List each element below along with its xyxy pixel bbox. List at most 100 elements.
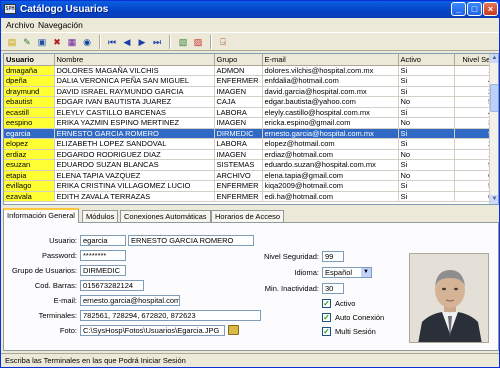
- cell-activo: Si: [398, 138, 455, 150]
- col-activo[interactable]: Activo: [398, 54, 455, 66]
- cell-usuario: dpeña: [4, 75, 55, 87]
- email-label: E-mail:: [53, 296, 77, 305]
- cell-grupo: IMAGEN: [214, 117, 263, 129]
- status-text: Escriba las Terminales en las que Podrá …: [5, 356, 186, 365]
- table-row[interactable]: erdiaz EDGARDO RODRIGUEZ DIAZ IMAGEN erdiaz…: [4, 149, 498, 160]
- prev-icon[interactable]: ◀: [121, 36, 133, 48]
- chevron-down-icon[interactable]: ▼: [361, 268, 371, 277]
- activo-label: Activo: [335, 299, 356, 308]
- idioma-value: Español: [325, 268, 353, 277]
- scroll-up-icon[interactable]: ▲: [490, 54, 498, 63]
- table-row[interactable]: dmagaña DOLORES MAGAÑA VILCHIS ADMON dolore…: [4, 65, 498, 76]
- cell-grupo: DIRMEDIC: [214, 128, 263, 139]
- cell-activo: Si: [398, 86, 455, 97]
- table-row[interactable]: draymund DAVID ISRAEL RAYMUNDO GARCIA IMAG…: [4, 86, 498, 97]
- col-usuario[interactable]: Usuario: [4, 54, 55, 66]
- tab-conexiones[interactable]: Conexiones Automáticas: [120, 210, 211, 222]
- cell-activo: Si: [398, 128, 455, 139]
- table-row[interactable]: etapia ELENA TAPIA VAZQUEZ ARCHIVO elena.ta…: [4, 170, 498, 181]
- minimize-button[interactable]: _: [451, 2, 466, 16]
- scroll-down-icon[interactable]: ▼: [490, 195, 498, 204]
- maximize-button[interactable]: □: [467, 2, 482, 16]
- users-grid[interactable]: Usuario Nombre Grupo E-mail Activo Nivel…: [3, 53, 499, 205]
- barras-field[interactable]: 015673282124: [80, 280, 144, 291]
- tab-modulos[interactable]: Módulos: [82, 210, 119, 222]
- tab-horarios[interactable]: Horarios de Acceso: [211, 210, 285, 222]
- table-row[interactable]: ezavala EDITH ZAVALA TERRAZAS ENFERMER edi.…: [4, 191, 498, 202]
- cell-email: ernesto.garcia@hospital.com.mx: [262, 128, 399, 139]
- grid-scrollbar[interactable]: ▲ ▼: [489, 54, 498, 204]
- table-row[interactable]: dpeña DALIA VERONICA PEÑA SAN MIGUEL ENFER…: [4, 75, 498, 87]
- cell-grupo: IMAGEN: [214, 149, 263, 160]
- terminales-field[interactable]: 782561, 728294, 672820, 872623: [80, 310, 261, 321]
- cell-usuario: ecastill: [4, 107, 55, 118]
- cell-nombre: DAVID ISRAEL RAYMUNDO GARCIA: [54, 86, 215, 97]
- menu-navegacion[interactable]: Navegación: [38, 20, 83, 30]
- cell-activo: Si: [398, 75, 455, 87]
- tab-informacion-general[interactable]: Información General: [3, 208, 79, 223]
- next-icon[interactable]: ▶: [136, 36, 148, 48]
- table-row[interactable]: elopez ELIZABETH LOPEZ SANDOVAL LABORA elop…: [4, 138, 498, 150]
- inactividad-field[interactable]: 30: [322, 283, 344, 294]
- cell-activo: Si: [398, 65, 455, 76]
- cell-email: eduardo.suzan@hospital.com.mx: [262, 159, 399, 171]
- grupo-field[interactable]: DIRMEDIC: [80, 265, 126, 276]
- cell-usuario: esuzan: [4, 159, 55, 171]
- cell-grupo: SISTEMAS: [214, 159, 263, 171]
- email-field[interactable]: ernesto.garcia@hospital.com.: [80, 295, 180, 306]
- cell-email: ericka.espino@gmail.com: [262, 117, 399, 129]
- close-button[interactable]: ×: [483, 2, 498, 16]
- usuario-label: Usuario:: [49, 236, 77, 245]
- toolbar-separator: [169, 35, 171, 49]
- cell-grupo: LABORA: [214, 107, 263, 118]
- new-icon[interactable]: ▤: [6, 36, 18, 48]
- cell-nombre: DOLORES MAGAÑA VILCHIS: [54, 65, 215, 76]
- cell-usuario: ezavala: [4, 191, 55, 202]
- exit-icon[interactable]: ⍈: [217, 36, 229, 48]
- title-bar[interactable]: SPH Catálogo Usuarios _ □ ×: [1, 1, 499, 18]
- terminales-label: Terminales:: [38, 311, 77, 320]
- table-row[interactable]: esuzan EDUARDO SUZAN BLANCAS SISTEMAS eduar…: [4, 159, 498, 171]
- user-photo[interactable]: [409, 253, 489, 343]
- cell-activo: Si: [398, 107, 455, 118]
- cell-grupo: CAJA: [214, 96, 263, 108]
- cell-activo: No: [398, 170, 455, 181]
- foto-path-field[interactable]: C:\SysHosp\Fotos\Usuarios\Egarcia.JPG: [80, 325, 225, 336]
- table-row[interactable]: ebautist EDGAR IVAN BAUTISTA JUAREZ CAJA ed…: [4, 96, 498, 108]
- cell-grupo: ARCHIVO: [214, 170, 263, 181]
- idioma-select[interactable]: Español ▼: [322, 267, 372, 278]
- table-row[interactable]: eespino ERIKA YAZMIN ESPINO MERTINEZ IMAGE…: [4, 117, 498, 129]
- print-icon[interactable]: ▦: [66, 36, 78, 48]
- toolbar: ▤ ✎ ▣ ✖ ▦ ◉ ⏮ ◀ ▶ ⏭ ▧ ▨ ⍈: [1, 32, 499, 51]
- menu-archivo[interactable]: Archivo: [6, 20, 34, 30]
- table-row[interactable]: ecastill ELEYLY CASTILLO BARCENAS LABORA el…: [4, 107, 498, 118]
- grupo-label: Grupo de Usuarios:: [11, 266, 77, 275]
- col-nombre[interactable]: Nombre: [54, 54, 215, 66]
- activo-checkbox[interactable]: ✓: [322, 299, 331, 308]
- table-row[interactable]: evillago ERIKA CRISTINA VILLAGOMEZ LUCIO E…: [4, 180, 498, 192]
- save-icon[interactable]: ▣: [36, 36, 48, 48]
- cell-email: elopez@hotmail.com: [262, 138, 399, 150]
- find-icon[interactable]: ◉: [81, 36, 93, 48]
- cell-activo: No: [398, 117, 455, 129]
- col-email[interactable]: E-mail: [262, 54, 399, 66]
- scroll-thumb[interactable]: [490, 84, 498, 112]
- multi-sesion-checkbox[interactable]: ✓: [322, 327, 331, 336]
- cell-activo: No: [398, 96, 455, 108]
- folder-icon[interactable]: [228, 325, 239, 335]
- auto-conexion-checkbox[interactable]: ✓: [322, 313, 331, 322]
- delete-icon[interactable]: ✖: [51, 36, 63, 48]
- cell-usuario: erdiaz: [4, 149, 55, 160]
- cell-nombre: EDUARDO SUZAN BLANCAS: [54, 159, 215, 171]
- col-grupo[interactable]: Grupo: [214, 54, 263, 66]
- last-icon[interactable]: ⏭: [151, 36, 163, 48]
- first-icon[interactable]: ⏮: [106, 36, 118, 48]
- table-row[interactable]: egarcia ERNESTO GARCIA ROMERO DIRMEDIC erne…: [4, 128, 498, 139]
- nombre-field[interactable]: ERNESTO GARCIA ROMERO: [128, 235, 254, 246]
- edit-icon[interactable]: ✎: [21, 36, 33, 48]
- report-icon[interactable]: ▨: [192, 36, 204, 48]
- password-field[interactable]: ********: [80, 250, 126, 261]
- usuario-field[interactable]: egarcia: [80, 235, 126, 246]
- export-icon[interactable]: ▧: [177, 36, 189, 48]
- nivel-field[interactable]: 99: [322, 251, 344, 262]
